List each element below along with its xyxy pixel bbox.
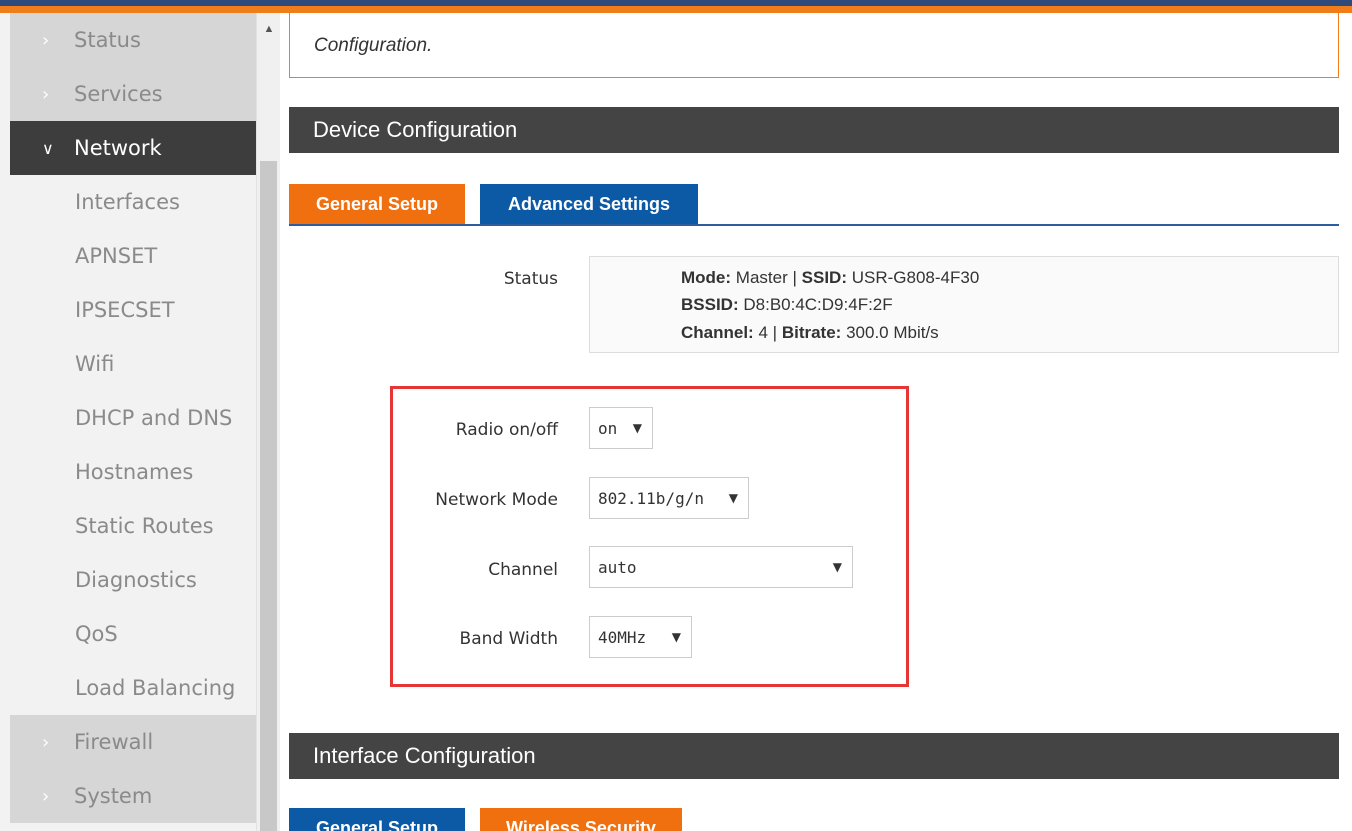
chevron-right-icon: › [42,29,50,51]
sidebar-subitem-dhcp-dns[interactable]: DHCP and DNS [10,391,256,445]
sidebar-subitem-label: Interfaces [75,190,180,214]
channel-value: auto [598,557,637,577]
tab-label: General Setup [315,193,439,214]
tab-label: Advanced Settings [507,193,671,214]
bssid-key: BSSID: [681,295,739,314]
sidebar-item-services[interactable]: › Services [10,67,256,121]
sidebar-subitem-label: Hostnames [75,460,194,484]
radio-select[interactable]: on ▼ [589,407,653,449]
chevron-right-icon: › [42,785,50,807]
dropdown-arrow-icon: ▼ [728,491,738,505]
sidebar-item-network[interactable]: ∨ Network [10,121,256,175]
notice-text: Configuration. [314,35,433,56]
sidebar-subitem-label: Diagnostics [75,568,197,592]
radio-label: Radio on/off [455,420,558,440]
interface-configuration-header: Interface Configuration [289,733,1339,779]
tab-label: Wireless Security [506,818,656,831]
channel-value: 4 [758,323,768,342]
scroll-up-arrow-icon[interactable]: ▲ [257,23,281,43]
ssid-key: SSID: [801,268,847,287]
tab-interface-general-setup[interactable]: General Setup [289,808,465,831]
section-title: Device Configuration [313,117,518,142]
channel-label: Channel [488,560,558,580]
top-orange-stripe [0,6,1352,13]
sidebar-item-status[interactable]: › Status [10,13,256,67]
network-mode-label: Network Mode [435,490,558,510]
status-label: Status [503,269,558,289]
chevron-down-icon: ∨ [42,138,54,158]
band-width-select[interactable]: 40MHz ▼ [589,616,692,658]
sidebar-subitem-interfaces[interactable]: Interfaces [10,175,256,229]
bssid-value: D8:B0:4C:D9:4F:2F [743,295,893,314]
separator: | [792,268,797,287]
sidebar-item-label: Firewall [74,730,154,754]
tab-wireless-security[interactable]: Wireless Security [480,808,682,831]
sidebar-subitem-ipsecset[interactable]: IPSECSET [10,283,256,337]
mode-key: Mode: [681,268,732,287]
sidebar-subitem-label: QoS [75,622,118,646]
network-mode-select[interactable]: 802.11b/g/n ▼ [589,477,749,519]
mode-value: Master [735,268,788,287]
scrollbar-thumb[interactable] [260,161,277,831]
tab-advanced-settings[interactable]: Advanced Settings [480,184,698,224]
dropdown-arrow-icon: ▼ [632,421,642,435]
sidebar-subitem-label: APNSET [75,244,158,268]
bitrate-value: 300.0 Mbit/s [846,323,939,342]
sidebar-subitem-hostnames[interactable]: Hostnames [10,445,256,499]
network-mode-value: 802.11b/g/n [598,488,704,508]
status-line-channel: Channel: 4 | Bitrate: 300.0 Mbit/s [681,323,939,343]
channel-select[interactable]: auto ▼ [589,546,853,588]
sidebar-subitem-diagnostics[interactable]: Diagnostics [10,553,256,607]
separator: | [772,323,778,342]
status-box: Mode: Master | SSID: USR-G808-4F30 BSSID… [589,256,1339,353]
device-configuration-header: Device Configuration [289,107,1339,153]
sidebar-subitem-label: Load Balancing [75,676,236,700]
sidebar-subitem-load-balancing[interactable]: Load Balancing [10,661,256,715]
tab-label: General Setup [315,818,439,831]
band-width-value: 40MHz [598,627,647,647]
top-accent-bar [0,0,1352,14]
sidebar-item-label: Services [74,82,163,106]
channel-key: Channel: [681,323,754,342]
sidebar-item-label: System [74,784,153,808]
dropdown-arrow-icon: ▼ [832,560,842,574]
sidebar-item-firewall[interactable]: › Firewall [10,715,256,769]
sidebar-item-system[interactable]: › System [10,769,256,823]
dropdown-arrow-icon: ▼ [671,630,681,644]
status-line-mode: Mode: Master | SSID: USR-G808-4F30 [681,268,979,288]
ssid-value: USR-G808-4F30 [851,268,980,287]
tab-general-setup[interactable]: General Setup [289,184,465,224]
sidebar-subitem-label: DHCP and DNS [75,406,233,430]
sidebar-item-label: Status [74,28,141,52]
sidebar-subitem-qos[interactable]: QoS [10,607,256,661]
chevron-right-icon: › [42,83,50,105]
notice-box: Configuration. [289,13,1339,78]
section-title: Interface Configuration [313,743,536,768]
chevron-right-icon: › [42,731,50,753]
sidebar-subitem-label: IPSECSET [75,298,175,322]
sidebar-subitem-label: Static Routes [75,514,214,538]
band-width-label: Band Width [459,629,558,649]
sidebar-subitem-label: Wifi [75,352,115,376]
radio-value: on [598,418,618,438]
status-line-bssid: BSSID: D8:B0:4C:D9:4F:2F [681,295,893,315]
sidebar-subitem-wifi[interactable]: Wifi [10,337,256,391]
sidebar-subitem-apnset[interactable]: APNSET [10,229,256,283]
bitrate-key: Bitrate: [781,323,842,342]
sidebar-item-label: Network [74,136,162,160]
sidebar-subitem-static-routes[interactable]: Static Routes [10,499,256,553]
interface-tabs: General Setup Wireless Security [289,808,1339,831]
device-tabs: General Setup Advanced Settings [289,184,1339,226]
sidebar-scrollbar[interactable]: ▲ [256,13,280,831]
